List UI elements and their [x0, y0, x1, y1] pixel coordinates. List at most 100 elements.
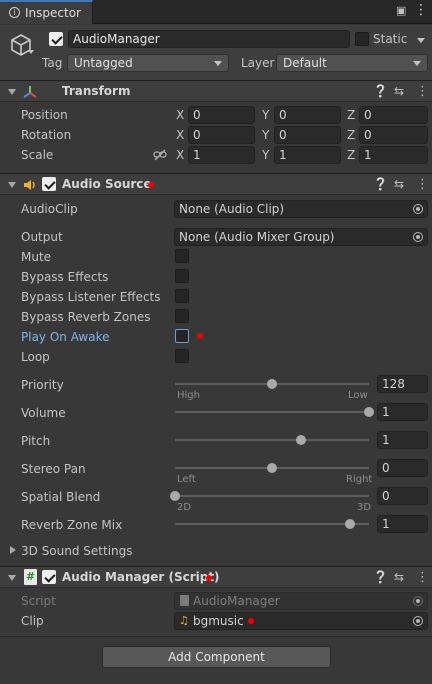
modified-indicator — [148, 182, 154, 188]
pitch-slider-thumb[interactable] — [296, 435, 307, 445]
output-label: Output — [21, 230, 63, 244]
clip-value: bgmusic — [193, 614, 244, 628]
spatial-max-hint: 3D — [357, 502, 372, 513]
priority-field[interactable]: 128 — [377, 375, 428, 393]
component-menu-icon[interactable]: ⋮ — [416, 570, 429, 585]
component-menu-icon[interactable]: ⋮ — [416, 84, 429, 99]
object-name-field[interactable]: AudioManager — [68, 30, 350, 48]
presets-icon[interactable]: ⇆ — [394, 84, 404, 98]
divider — [0, 636, 432, 637]
output-field[interactable]: None (Audio Mixer Group) — [174, 228, 428, 246]
spatial-blend-slider-thumb[interactable] — [170, 491, 180, 501]
stereo-pan-label: Stereo Pan — [21, 462, 86, 476]
audio-source-header[interactable]: Audio Source ❔ ⇆ ⋮ — [0, 173, 432, 195]
static-checkbox[interactable] — [355, 32, 369, 46]
loop-checkbox[interactable] — [175, 349, 189, 363]
lock-icon[interactable]: ▣ — [396, 4, 406, 17]
rotation-z-field[interactable]: 0 — [359, 126, 428, 144]
chevron-down-icon — [214, 61, 222, 66]
sound3d-foldout[interactable]: 3D Sound Settings — [21, 544, 133, 558]
help-icon[interactable]: ❔ — [373, 84, 388, 98]
script-component-title: Audio Manager (Script) — [62, 570, 220, 584]
priority-min-hint: High — [177, 390, 200, 401]
mute-checkbox[interactable] — [175, 249, 189, 263]
priority-slider-thumb[interactable] — [267, 379, 277, 389]
stereo-min-hint: Left — [177, 474, 196, 485]
position-x-field[interactable]: 0 — [188, 106, 255, 124]
stereo-pan-field[interactable]: 0 — [377, 459, 428, 477]
gameobject-cube-icon[interactable] — [8, 32, 34, 58]
component-menu-icon[interactable]: ⋮ — [416, 177, 429, 192]
bypass-effects-checkbox[interactable] — [175, 269, 189, 283]
transform-header[interactable]: Transform ❔ ⇆ ⋮ — [0, 80, 432, 102]
csharp-script-icon: # — [24, 569, 37, 585]
object-picker-icon[interactable] — [413, 616, 423, 626]
volume-slider-thumb[interactable] — [364, 407, 374, 417]
scale-z-field[interactable]: 1 — [359, 146, 428, 164]
bypass-listener-checkbox[interactable] — [175, 289, 189, 303]
spatial-blend-field[interactable]: 0 — [377, 487, 428, 505]
play-on-awake-checkbox[interactable] — [175, 329, 189, 343]
rotation-x-field[interactable]: 0 — [188, 126, 255, 144]
tag-label: Tag — [42, 56, 63, 70]
stereo-pan-slider-thumb[interactable] — [267, 463, 277, 473]
script-file-icon — [180, 595, 189, 606]
position-y-field[interactable]: 0 — [274, 106, 341, 124]
scale-label: Scale — [21, 148, 54, 162]
volume-slider-track[interactable] — [175, 411, 369, 413]
scale-x-field[interactable]: 1 — [188, 146, 255, 164]
bypass-effects-label: Bypass Effects — [21, 270, 109, 284]
layer-label: Layer — [241, 56, 275, 70]
modified-indicator — [206, 575, 212, 581]
pitch-slider-track[interactable] — [175, 439, 369, 441]
reverb-zone-mix-slider-track[interactable] — [175, 523, 369, 525]
scale-y-field[interactable]: 1 — [274, 146, 341, 164]
tab-inspector[interactable]: i Inspector — [0, 0, 93, 24]
rotation-y-field[interactable]: 0 — [274, 126, 341, 144]
audioclip-label: AudioClip — [21, 202, 78, 216]
layer-dropdown[interactable]: Default — [276, 54, 428, 72]
play-on-awake-label: Play On Awake — [21, 330, 110, 344]
bypass-listener-label: Bypass Listener Effects — [21, 290, 161, 304]
spatial-blend-label: Spatial Blend — [21, 490, 101, 504]
position-z-field[interactable]: 0 — [359, 106, 428, 124]
tag-dropdown[interactable]: Untagged — [67, 54, 229, 72]
volume-field[interactable]: 1 — [377, 403, 428, 421]
help-icon[interactable]: ❔ — [373, 570, 388, 584]
script-enabled-checkbox[interactable] — [42, 570, 56, 584]
spatial-blend-slider-track[interactable] — [175, 495, 369, 497]
modified-indicator — [197, 333, 203, 339]
bypass-reverb-checkbox[interactable] — [175, 309, 189, 323]
constrain-proportions-icon[interactable] — [153, 149, 167, 161]
foldout-arrow-icon[interactable] — [10, 546, 16, 554]
object-picker-icon[interactable] — [413, 204, 423, 214]
clip-field[interactable]: ♫ bgmusic — [174, 612, 428, 630]
static-dropdown-arrow[interactable] — [417, 38, 425, 43]
reverb-zone-mix-field[interactable]: 1 — [377, 515, 428, 533]
bypass-reverb-label: Bypass Reverb Zones — [21, 310, 151, 324]
help-icon[interactable]: ❔ — [373, 177, 388, 191]
reverb-zone-mix-slider-thumb[interactable] — [344, 519, 355, 529]
pitch-label: Pitch — [21, 434, 51, 448]
presets-icon[interactable]: ⇆ — [394, 177, 404, 191]
axis-y-label: Y — [262, 108, 270, 122]
pitch-field[interactable]: 1 — [377, 431, 428, 449]
active-checkbox[interactable] — [49, 32, 63, 46]
presets-icon[interactable]: ⇆ — [394, 570, 404, 584]
audioclip-field[interactable]: None (Audio Clip) — [174, 200, 428, 218]
script-component-header[interactable]: # Audio Manager (Script) ❔ ⇆ ⋮ — [0, 566, 432, 588]
axis-x-label: X — [176, 128, 185, 142]
object-picker-icon[interactable] — [413, 232, 423, 242]
tab-bar: i Inspector ▣ ⋮ — [0, 0, 432, 24]
chevron-down-icon[interactable] — [28, 50, 34, 54]
reverb-zone-mix-label: Reverb Zone Mix — [21, 518, 123, 532]
foldout-arrow-icon[interactable] — [8, 575, 16, 581]
tab-label: Inspector — [25, 6, 81, 20]
chevron-down-icon — [413, 61, 421, 66]
foldout-arrow-icon[interactable] — [8, 182, 16, 188]
audio-source-enabled-checkbox[interactable] — [42, 177, 56, 191]
menu-icon[interactable]: ⋮ — [414, 2, 428, 18]
add-component-button[interactable]: Add Component — [102, 646, 331, 668]
modified-indicator — [248, 618, 254, 624]
foldout-arrow-icon[interactable] — [8, 89, 16, 95]
